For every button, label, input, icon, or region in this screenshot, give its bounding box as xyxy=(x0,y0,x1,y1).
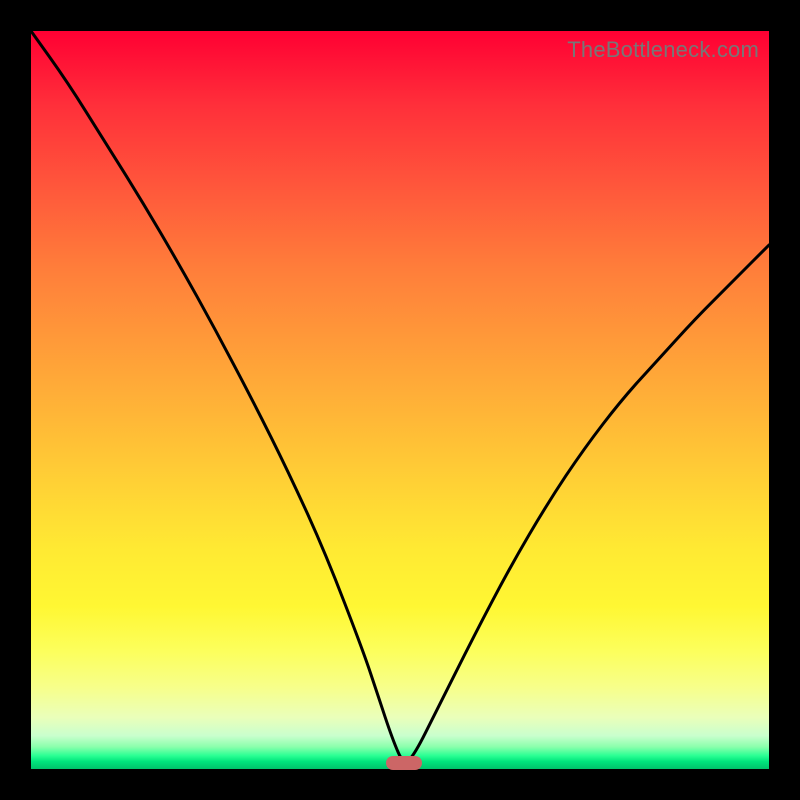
plot-area: TheBottleneck.com xyxy=(31,31,769,769)
chart-frame: TheBottleneck.com xyxy=(0,0,800,800)
bottleneck-curve xyxy=(31,31,769,769)
minimum-marker xyxy=(386,756,422,770)
